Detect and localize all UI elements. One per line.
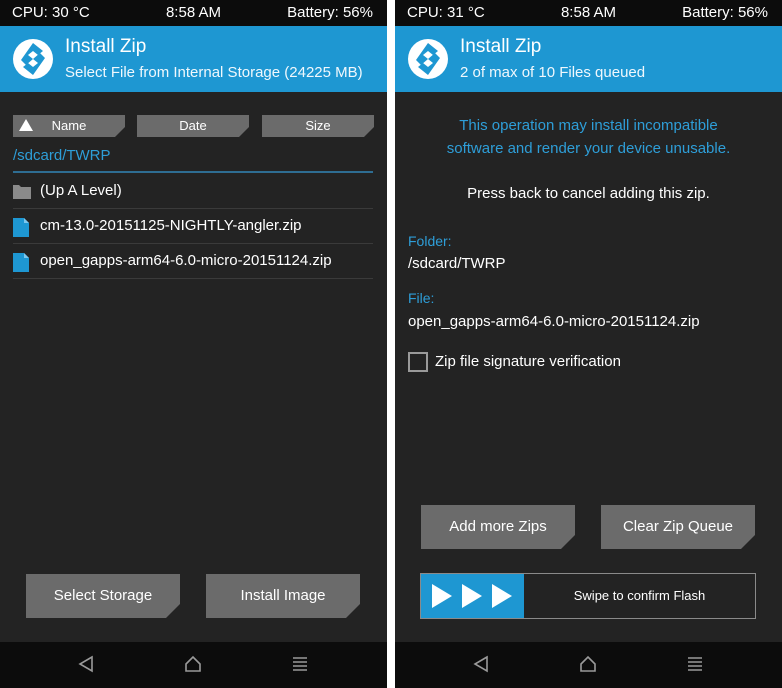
file-icon — [13, 218, 29, 237]
folder-label: Folder: — [408, 233, 452, 249]
file-label: File: — [408, 290, 435, 306]
list-item-label: open_gapps-arm64-6.0-micro-20151124.zip — [40, 252, 332, 269]
sort-size-label: Size — [305, 118, 331, 133]
page-title: Install Zip — [460, 36, 542, 57]
confirm-install-screen: CPU: 31 °C 8:58 AM Battery: 56% Install … — [395, 0, 782, 688]
install-image-label: Install Image — [240, 587, 326, 604]
swipe-label: Swipe to confirm Flash — [573, 588, 706, 603]
add-more-zips-button[interactable]: Add more Zips — [421, 505, 575, 549]
back-icon[interactable] — [472, 655, 490, 673]
clear-zip-queue-button[interactable]: Clear Zip Queue — [601, 505, 755, 549]
add-more-zips-label: Add more Zips — [449, 518, 547, 535]
battery-level: Battery: 56% — [287, 4, 373, 21]
path-divider — [13, 171, 373, 173]
page-title: Install Zip — [65, 36, 147, 57]
signature-verification-checkbox[interactable] — [408, 352, 428, 372]
file-browser-screen: CPU: 30 °C 8:58 AM Battery: 56% Install … — [0, 0, 387, 688]
cancel-hint: Press back to cancel adding this zip. — [467, 185, 710, 202]
sort-name-label: Name — [51, 118, 87, 133]
sort-ascending-icon — [19, 119, 33, 131]
list-item-label: cm-13.0-20151125-NIGHTLY-angler.zip — [40, 217, 302, 234]
select-storage-button[interactable]: Select Storage — [26, 574, 180, 618]
file-icon — [13, 253, 29, 272]
sort-by-name-button[interactable]: Name — [13, 115, 125, 137]
current-path: /sdcard/TWRP — [13, 147, 111, 164]
twrp-logo-icon — [13, 39, 53, 79]
twrp-logo-icon — [408, 39, 448, 79]
list-item-file[interactable]: open_gapps-arm64-6.0-micro-20151124.zip — [13, 244, 373, 279]
signature-verification-label: Zip file signature verification — [435, 353, 621, 370]
folder-value: /sdcard/TWRP — [408, 255, 506, 272]
arrow-right-icon — [492, 584, 512, 608]
page-header: Install Zip Select File from Internal St… — [0, 26, 387, 92]
home-icon[interactable] — [184, 655, 202, 673]
page-subtitle: Select File from Internal Storage (24225… — [65, 64, 363, 81]
navigation-bar — [0, 642, 387, 688]
warning-line-1: This operation may install incompatible — [459, 117, 718, 134]
back-icon[interactable] — [77, 655, 95, 673]
clear-zip-queue-label: Clear Zip Queue — [622, 518, 734, 535]
list-item-file[interactable]: cm-13.0-20151125-NIGHTLY-angler.zip — [13, 209, 373, 244]
navigation-bar — [395, 642, 782, 688]
sort-date-label: Date — [179, 118, 207, 133]
battery-level: Battery: 56% — [682, 4, 768, 21]
sort-by-size-button[interactable]: Size — [262, 115, 374, 137]
list-item-up-level[interactable]: (Up A Level) — [13, 174, 373, 209]
file-value: open_gapps-arm64-6.0-micro-20151124.zip — [408, 313, 700, 330]
select-storage-label: Select Storage — [53, 587, 153, 604]
menu-icon[interactable] — [686, 655, 704, 673]
home-icon[interactable] — [579, 655, 597, 673]
sort-by-date-button[interactable]: Date — [137, 115, 249, 137]
status-bar: CPU: 30 °C 8:58 AM Battery: 56% — [0, 0, 387, 26]
menu-icon[interactable] — [291, 655, 309, 673]
folder-icon — [13, 185, 31, 199]
page-header: Install Zip 2 of max of 10 Files queued — [395, 26, 782, 92]
swipe-handle[interactable] — [421, 574, 524, 618]
list-item-label: (Up A Level) — [40, 182, 122, 199]
arrow-right-icon — [462, 584, 482, 608]
status-bar: CPU: 31 °C 8:58 AM Battery: 56% — [395, 0, 782, 26]
install-image-button[interactable]: Install Image — [206, 574, 360, 618]
swipe-to-confirm-slider[interactable]: Swipe to confirm Flash — [420, 573, 756, 619]
page-subtitle: 2 of max of 10 Files queued — [460, 64, 646, 81]
arrow-right-icon — [432, 584, 452, 608]
warning-line-2: software and render your device unusable… — [446, 140, 731, 157]
